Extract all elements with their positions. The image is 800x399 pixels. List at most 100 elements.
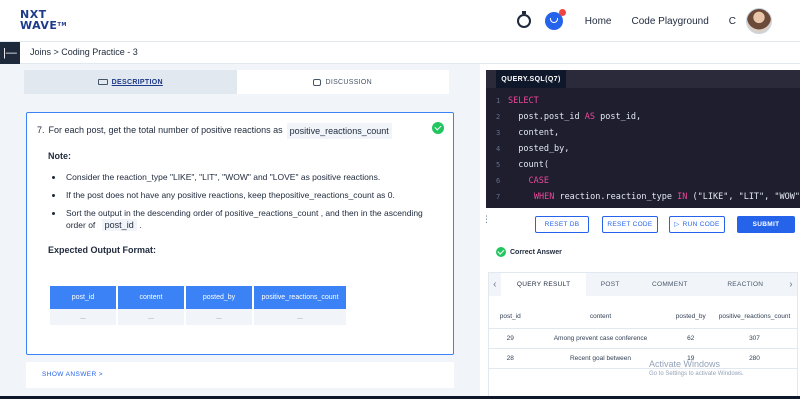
tab-post[interactable]: POST xyxy=(586,273,634,296)
question-text: 7. For each post, get the total number o… xyxy=(37,123,443,139)
discussion-icon xyxy=(313,78,322,86)
breadcrumb[interactable]: Joins > Coding Practice - 3 xyxy=(30,47,138,57)
code-line: 3 content, xyxy=(486,125,800,141)
sql-keyword: WHEN xyxy=(503,192,555,202)
code-line: 1 SELECT xyxy=(486,93,800,109)
editor-panel: QUERY.SQL(Q7) 1 SELECT 2 post.post_id AS p… xyxy=(482,64,800,399)
line-number: 6 xyxy=(496,177,501,185)
note-end: . xyxy=(139,220,142,230)
check-circle-icon xyxy=(432,122,444,134)
table-header: positive_reactions_count xyxy=(712,306,797,329)
code-line: 5 count( xyxy=(486,157,800,173)
play-icon: ▷ xyxy=(674,221,680,228)
table-header: content xyxy=(118,286,184,309)
sql-keyword: AS xyxy=(584,112,596,122)
submit-button[interactable]: SUBMIT xyxy=(737,215,795,233)
sql-token: content, xyxy=(508,128,560,138)
line-number: 5 xyxy=(496,161,501,169)
watermark-line-2: Go to Settings to activate Windows. xyxy=(649,371,744,377)
nav-truncated-link[interactable]: C xyxy=(729,16,736,27)
chevron-left-icon[interactable]: ‹ xyxy=(489,279,501,290)
table-cell: Among prevent case conference xyxy=(531,328,670,349)
correct-answer-label: Correct Answer xyxy=(510,248,562,256)
nav-code-playground-link[interactable]: Code Playground xyxy=(631,16,708,27)
query-result-table: post_id content posted_by positive_react… xyxy=(489,306,797,369)
document-icon xyxy=(97,79,108,85)
check-circle-icon xyxy=(496,247,506,257)
code-line: 2 post.post_id AS post_id, xyxy=(486,109,800,125)
nav-home-link[interactable]: Home xyxy=(585,16,612,27)
table-cell: 29 xyxy=(489,328,532,349)
sql-token: post.post_id xyxy=(508,112,585,122)
sidebar-toggle-icon[interactable]: |— xyxy=(0,42,20,64)
tab-discussion[interactable]: DISCUSSION xyxy=(237,70,450,94)
left-tabs: DESCRIPTION DISCUSSION xyxy=(24,70,449,94)
description-panel: DESCRIPTION DISCUSSION 7. For each post,… xyxy=(0,64,480,399)
sql-keyword: SELECT xyxy=(508,96,539,106)
table-header: post_id xyxy=(489,306,532,329)
table-cell: ... xyxy=(118,309,184,325)
table-row: 28 Recent goal between 19 280 xyxy=(489,348,797,369)
table-row: 29 Among prevent case conference 62 307 xyxy=(489,328,797,349)
table-cell: ... xyxy=(186,309,252,325)
question-code: positive_reactions_count xyxy=(286,123,392,139)
notes-list: Consider the reaction_type "LIKE", "LIT"… xyxy=(64,171,443,231)
editor-actions: ⋮ RESET DB RESET CODE ▷ RUN CODE SUBMIT xyxy=(482,212,800,236)
note-title: Note: xyxy=(48,151,71,161)
line-number: 3 xyxy=(496,129,501,137)
line-number: 1 xyxy=(496,97,501,105)
code-line: 6 CASE xyxy=(486,173,800,189)
result-tabs: ‹ QUERY RESULT POST COMMENT REACTION › xyxy=(489,273,797,296)
tab-description[interactable]: DESCRIPTION xyxy=(24,70,237,94)
table-cell: 62 xyxy=(669,328,712,349)
sql-keyword: ELSE NULL xyxy=(508,205,585,208)
code-line: 8 ELSE NULL xyxy=(486,205,800,208)
line-number: 7 xyxy=(496,193,501,201)
sql-token: count( xyxy=(508,160,549,170)
drag-handle-icon[interactable]: ⋮ xyxy=(482,215,491,231)
sql-token: ("LIKE", "LIT", "WOW" xyxy=(687,192,800,202)
table-header: posted_by xyxy=(186,286,252,309)
table-cell: 307 xyxy=(712,328,797,349)
nav-right: Home Code Playground C xyxy=(516,8,772,34)
nxtwave-logo[interactable]: NXT WAVETM xyxy=(20,9,67,31)
editor-file-tab[interactable]: QUERY.SQL(Q7) xyxy=(496,70,566,88)
tab-reaction[interactable]: REACTION xyxy=(706,273,785,296)
sql-token: post_id, xyxy=(595,112,642,122)
reset-code-button[interactable]: RESET CODE xyxy=(602,215,658,233)
code-lines: 1 SELECT 2 post.post_id AS post_id, 3 conte… xyxy=(486,93,800,208)
code-line: 4 posted_by, xyxy=(486,141,800,157)
watermark-line-1: Activate Windows xyxy=(649,359,721,369)
timer-icon[interactable] xyxy=(516,11,531,28)
question-body: For each post, get the total number of p… xyxy=(48,125,283,135)
expected-output-title: Expected Output Format: xyxy=(48,245,157,255)
tab-comment[interactable]: COMMENT xyxy=(634,273,706,296)
run-code-label: RUN CODE xyxy=(682,220,720,228)
top-navbar: NXT WAVETM Home Code Playground C xyxy=(0,0,800,42)
sql-token: reaction.reaction_type xyxy=(554,192,678,202)
note-item: Consider the reaction_type "LIKE", "LIT"… xyxy=(64,171,443,183)
line-number: 4 xyxy=(496,145,501,153)
table-cell: ... xyxy=(50,309,116,325)
code-editor[interactable]: QUERY.SQL(Q7) 1 SELECT 2 post.post_id AS p… xyxy=(486,70,800,208)
question-card: 7. For each post, get the total number o… xyxy=(26,112,454,355)
logo-tm: TM xyxy=(57,22,67,28)
chat-icon[interactable] xyxy=(544,9,566,30)
table-header: posted_by xyxy=(669,306,712,329)
table-header: content xyxy=(531,306,670,329)
chevron-right-icon[interactable]: › xyxy=(785,279,797,290)
note-item: Sort the output in the descending order … xyxy=(64,207,443,231)
reset-db-button[interactable]: RESET DB xyxy=(535,215,589,233)
note-item: If the post does not have any positive r… xyxy=(64,189,443,201)
table-header: positive_reactions_count xyxy=(254,286,346,309)
show-answer-button[interactable]: SHOW ANSWER > xyxy=(26,362,454,388)
question-number: 7. xyxy=(37,125,45,135)
run-code-button[interactable]: ▷ RUN CODE xyxy=(669,215,725,233)
note-code: post_id xyxy=(101,219,137,231)
line-number: 2 xyxy=(496,113,501,121)
expected-output-table: post_id content posted_by positive_react… xyxy=(48,286,348,325)
sql-keyword: IN xyxy=(677,192,688,202)
avatar[interactable] xyxy=(746,8,772,34)
breadcrumb-bar: |— Joins > Coding Practice - 3 xyxy=(0,42,800,64)
tab-query-result[interactable]: QUERY RESULT xyxy=(500,273,587,296)
